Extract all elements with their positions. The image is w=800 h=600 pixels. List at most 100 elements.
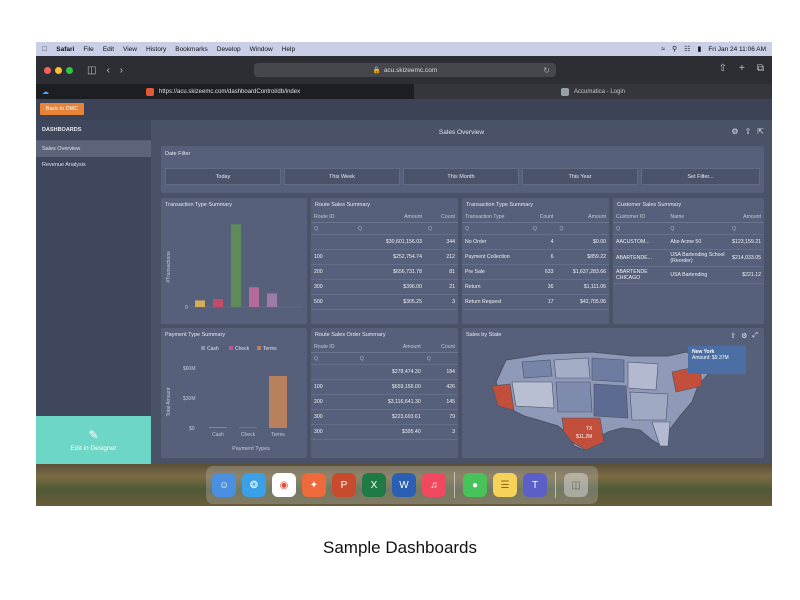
safari-icon[interactable]: ❂	[242, 473, 266, 497]
filter-search-icon[interactable]: Q	[311, 352, 357, 365]
reload-icon[interactable]: ↻	[543, 66, 550, 75]
state-california[interactable]	[491, 383, 515, 411]
state-region[interactable]	[591, 357, 625, 383]
column-header[interactable]: Name	[667, 212, 730, 223]
battery-icon[interactable]: ▮	[697, 45, 701, 53]
search-icon[interactable]: ⚲	[672, 45, 677, 53]
excel-icon[interactable]: X	[362, 473, 386, 497]
column-header[interactable]: Amount	[729, 212, 764, 223]
new-tab-icon[interactable]: +	[739, 63, 745, 74]
menubar-help[interactable]: Help	[282, 46, 295, 53]
table-row[interactable]: Payment Collection 6 $859.22	[462, 249, 609, 265]
window-minimize-icon[interactable]	[55, 66, 62, 74]
filter-search-icon[interactable]: Q	[462, 222, 530, 235]
filter-today-button[interactable]: Today	[165, 168, 281, 185]
menubar-file[interactable]: File	[83, 46, 93, 53]
column-header[interactable]: Transaction Type	[462, 212, 530, 223]
column-header[interactable]: Route ID	[311, 342, 357, 353]
filter-this-month-button[interactable]: This Month	[403, 168, 519, 185]
filter-search-icon[interactable]: Q	[667, 222, 730, 235]
column-header[interactable]: Amount	[356, 342, 424, 353]
bar-return-request[interactable]	[267, 293, 277, 307]
table-row[interactable]: Pre Sale 633 $1,637,283.66	[462, 264, 609, 280]
table-row[interactable]: No Order 4 $0.00	[462, 234, 609, 250]
word-icon[interactable]: W	[392, 473, 416, 497]
column-header[interactable]: Customer ID	[613, 212, 668, 223]
back-to-dmc-button[interactable]: Back to DMC	[40, 103, 84, 115]
menubar-datetime[interactable]: Fri Jan 24 11:06 AM	[708, 46, 766, 53]
export-icon[interactable]: ⇧	[745, 127, 752, 136]
table-row[interactable]: ABARTENDE CHICAGO USA Bartending $221.12	[613, 266, 764, 284]
menubar-view[interactable]: View	[123, 46, 137, 53]
state-region[interactable]	[629, 391, 669, 421]
filter-search-icon[interactable]: Q	[423, 352, 458, 365]
menubar-app-name[interactable]: Safari	[56, 46, 74, 53]
table-row[interactable]: 500 $305.25 3	[311, 294, 458, 310]
control-center-icon[interactable]: ☷	[684, 45, 690, 53]
table-row[interactable]: 100 $252,754.74 212	[311, 249, 458, 265]
menubar-window[interactable]: Window	[250, 46, 273, 53]
tab-dashboard[interactable]: https://acu.skizeemc.com/dashboardContro…	[146, 84, 414, 99]
column-header[interactable]: Count	[423, 342, 458, 353]
state-region[interactable]	[553, 357, 591, 379]
fullscreen-icon[interactable]: ⤢	[752, 332, 758, 340]
filter-search-icon[interactable]: Q	[529, 222, 557, 235]
table-row[interactable]: 200 $656,731.78 81	[311, 264, 458, 280]
state-region[interactable]	[627, 361, 659, 391]
tab-overview-icon[interactable]: ⧉	[757, 63, 764, 74]
column-header[interactable]: Amount	[556, 212, 609, 223]
filter-search-icon[interactable]: Q	[556, 222, 609, 235]
state-region[interactable]	[593, 383, 629, 419]
state-region[interactable]	[555, 381, 593, 413]
music-icon[interactable]: ♫	[422, 473, 446, 497]
table-row[interactable]: 300 $395.40 3	[311, 424, 458, 440]
finder-icon[interactable]: ☺	[212, 473, 236, 497]
powerpoint-icon[interactable]: P	[332, 473, 356, 497]
sidebar-toggle-icon[interactable]: ◫	[87, 65, 96, 76]
apple-icon[interactable]: 	[42, 46, 47, 53]
table-row[interactable]: $30,601,156.03 344	[311, 234, 458, 250]
bar-no-order[interactable]	[195, 300, 205, 307]
column-header[interactable]: Count	[529, 212, 557, 223]
window-zoom-icon[interactable]	[66, 66, 73, 74]
tab-login[interactable]: Accumatica - Login	[414, 84, 772, 99]
state-region[interactable]	[521, 359, 553, 379]
bar-cash[interactable]	[209, 427, 227, 428]
teams-icon[interactable]: T	[523, 473, 547, 497]
menubar-edit[interactable]: Edit	[103, 46, 114, 53]
filter-search-icon[interactable]: Q	[355, 222, 425, 235]
bar-check[interactable]	[239, 427, 257, 428]
state-region[interactable]	[511, 381, 555, 409]
bar-pre-sale[interactable]	[231, 224, 241, 307]
sidebar-item-revenue-analysis[interactable]: Revenue Analysis	[36, 157, 151, 173]
us-map[interactable]: $11.2M TX	[472, 342, 722, 454]
filter-this-year-button[interactable]: This Year	[522, 168, 638, 185]
column-header[interactable]: Route ID	[311, 212, 356, 223]
table-row[interactable]: 300 $396.00 21	[311, 279, 458, 295]
table-row[interactable]: $278,474.30 184	[311, 364, 458, 380]
table-row[interactable]: ABARTENDE... USA Bartending School (Reord…	[613, 249, 764, 267]
filter-icon[interactable]: ⚙	[741, 332, 747, 340]
sketch-icon[interactable]: ✦	[302, 473, 326, 497]
filter-search-icon[interactable]: Q	[729, 222, 764, 235]
menubar-develop[interactable]: Develop	[217, 46, 241, 53]
column-header[interactable]: Count	[424, 212, 458, 223]
table-row[interactable]: Return Request 17 $42,705.06	[462, 294, 609, 310]
column-header[interactable]: Amount	[355, 212, 425, 223]
sidebar-item-sales-overview[interactable]: Sales Overview	[36, 141, 151, 157]
filter-search-icon[interactable]: Q	[424, 222, 458, 235]
filter-search-icon[interactable]: Q	[613, 222, 668, 235]
forward-icon[interactable]: ›	[120, 65, 123, 76]
expand-icon[interactable]: ⇱	[757, 127, 764, 136]
edit-in-designer-button[interactable]: ✎ Edit in Designer	[36, 416, 151, 464]
menubar-history[interactable]: History	[146, 46, 166, 53]
window-close-icon[interactable]	[44, 66, 51, 74]
notes-icon[interactable]: ☰	[493, 473, 517, 497]
bar-terms[interactable]	[269, 376, 287, 428]
address-bar[interactable]: 🔒 acu.skizeemc.com ↻	[254, 63, 556, 77]
share-icon[interactable]: ⇧	[719, 63, 727, 74]
table-row[interactable]: 100 $659,156.00 426	[311, 379, 458, 395]
back-icon[interactable]: ‹	[106, 65, 109, 76]
trash-icon[interactable]: ◫	[564, 473, 588, 497]
filter-this-week-button[interactable]: This Week	[284, 168, 400, 185]
